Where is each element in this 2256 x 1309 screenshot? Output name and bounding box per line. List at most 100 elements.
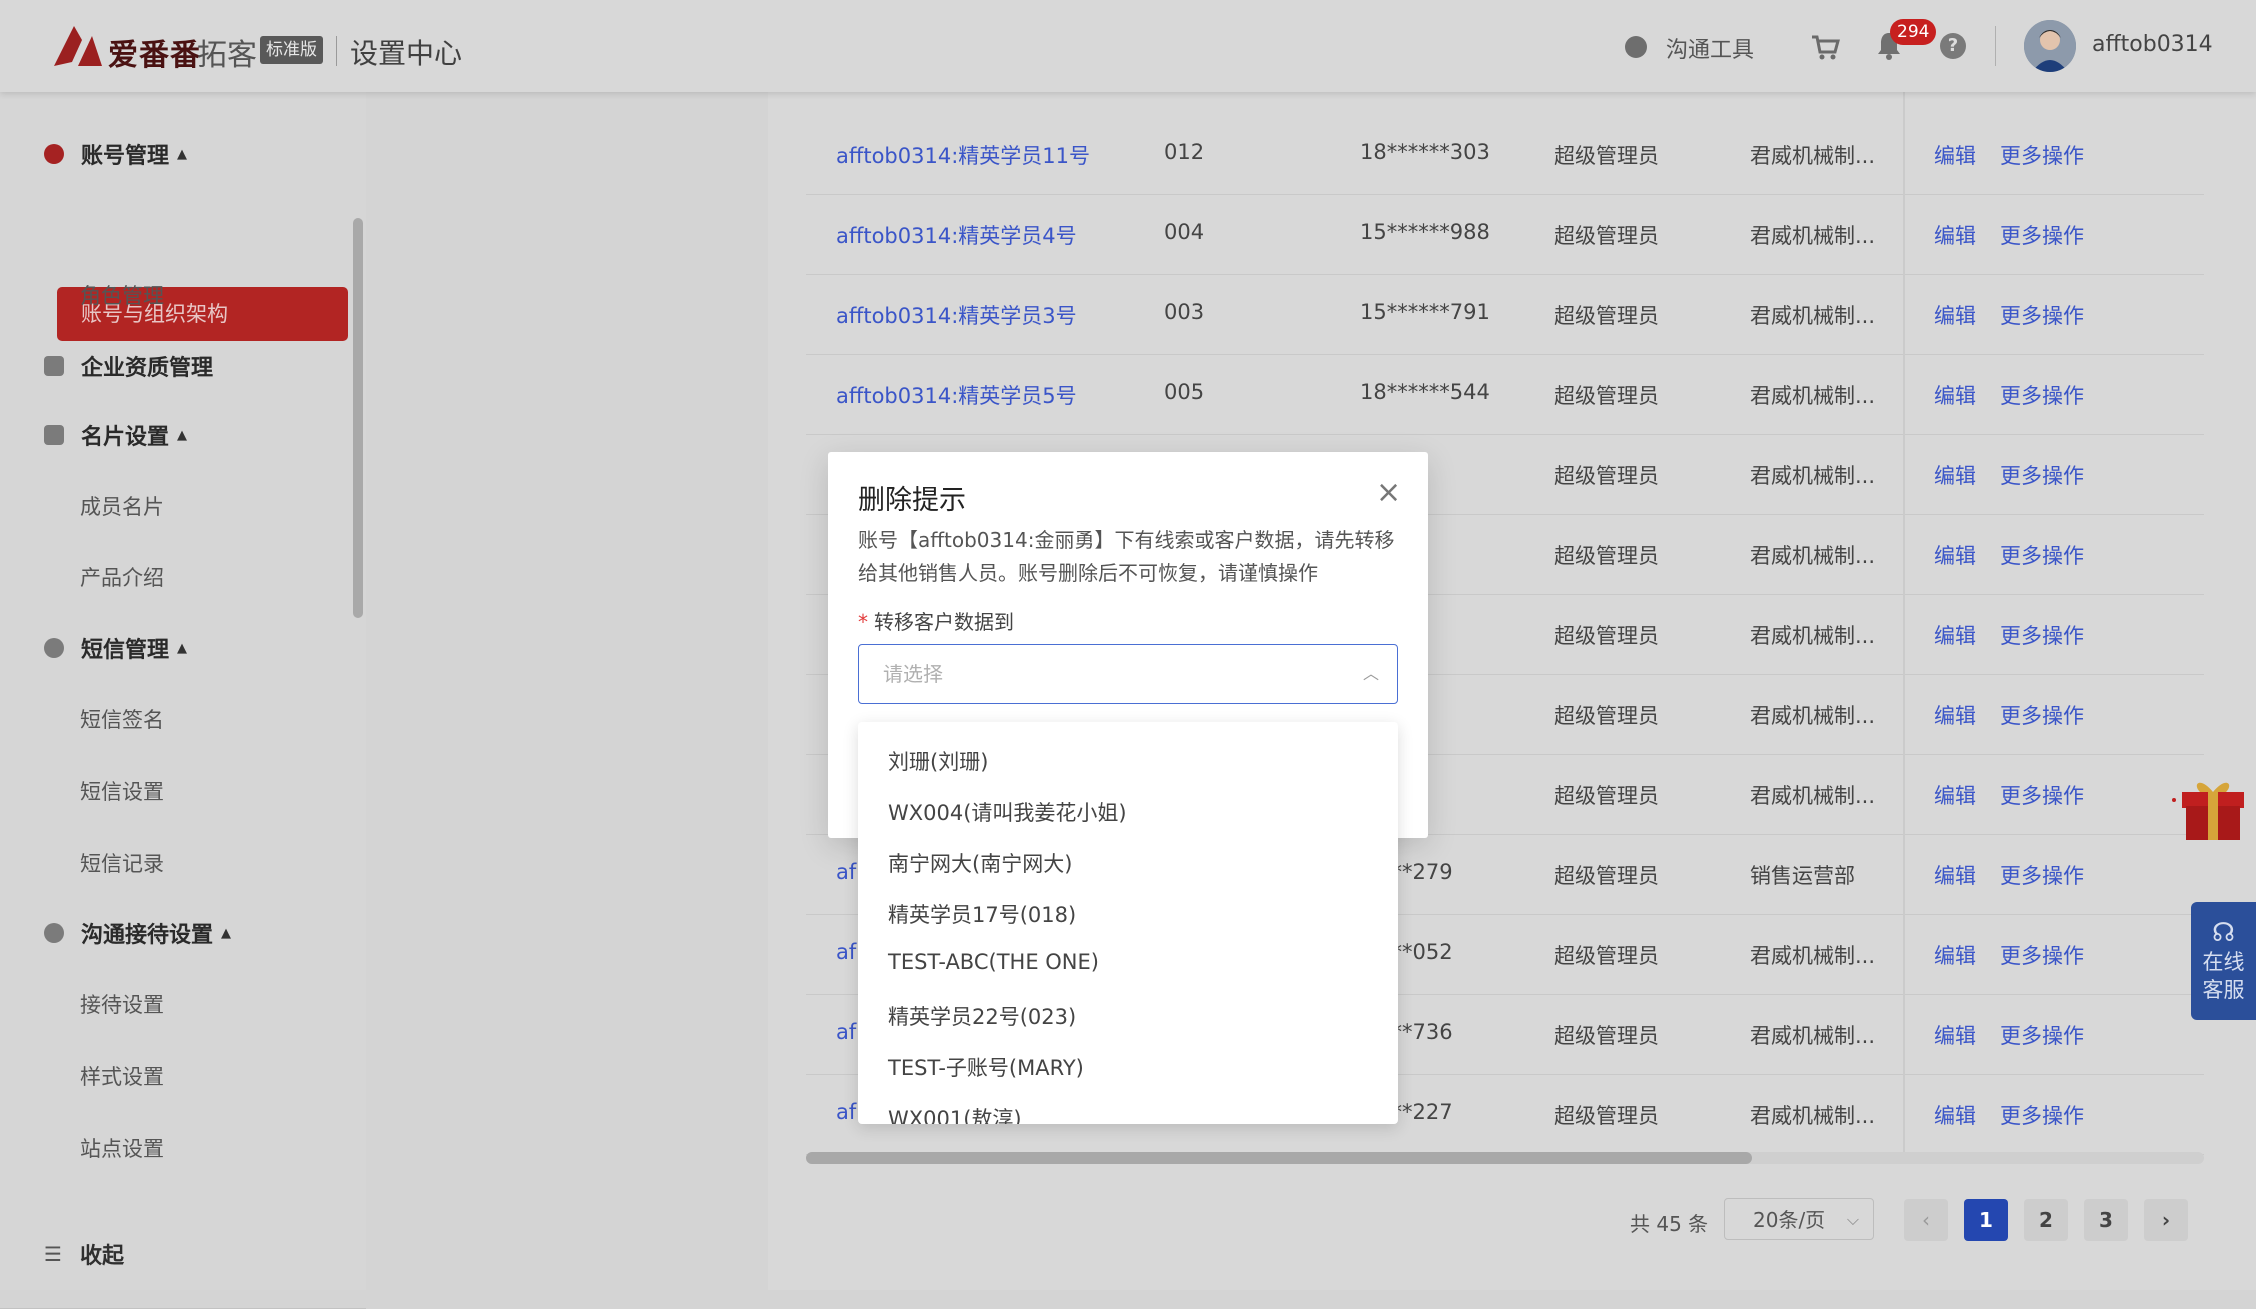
sidebar-group-card[interactable]: 名片设置 ▲	[44, 420, 187, 450]
sidebar-group-reception[interactable]: 沟通接待设置 ▲	[44, 918, 231, 948]
avatar-image	[2024, 20, 2076, 72]
chat-tool-icon[interactable]	[1625, 36, 1647, 58]
member-role: 超级管理员	[1554, 624, 1659, 648]
member-id: 003	[1164, 300, 1205, 324]
edit-link[interactable]: 编辑	[1934, 220, 1976, 250]
pagination-total: 共 45 条	[1630, 1212, 1709, 1236]
edit-link[interactable]: 编辑	[1934, 140, 1976, 170]
member-role: 超级管理员	[1554, 224, 1659, 248]
next-page-button[interactable]: ›	[2144, 1199, 2188, 1241]
more-actions-link[interactable]: 更多操作	[2000, 300, 2084, 330]
more-actions-link[interactable]: 更多操作	[2000, 1020, 2084, 1050]
member-name-link[interactable]: af	[836, 940, 856, 964]
dropdown-option[interactable]: TEST-子账号(MARY)	[888, 1052, 1084, 1082]
sidebar-group-account[interactable]: 账号管理 ▲	[44, 139, 187, 169]
sidebar-item-reception-settings[interactable]: 接待设置	[80, 989, 164, 1019]
more-actions-link[interactable]: 更多操作	[2000, 940, 2084, 970]
dropdown-option[interactable]: 精英学员22号(023)	[888, 1001, 1076, 1031]
collapse-icon: ☰	[44, 1242, 62, 1266]
sidebar-item-style-settings[interactable]: 样式设置	[80, 1061, 164, 1091]
member-name-link[interactable]: af	[836, 860, 856, 884]
edition-badge: 标准版	[260, 36, 323, 64]
page-3-button[interactable]: 3	[2084, 1199, 2128, 1241]
edit-link[interactable]: 编辑	[1934, 1020, 1976, 1050]
more-actions-link[interactable]: 更多操作	[2000, 620, 2084, 650]
edit-link[interactable]: 编辑	[1934, 300, 1976, 330]
sidebar-item-sms-sign[interactable]: 短信签名	[80, 704, 164, 734]
close-icon[interactable]: ×	[1376, 478, 1401, 508]
page-1-button[interactable]: 1	[1964, 1199, 2008, 1241]
dropdown-option[interactable]: WX004(请叫我姜花小姐)	[888, 797, 1127, 827]
top-header: 爱番番 拓客 标准版 设置中心 沟通工具 294 ? afftob0314	[0, 0, 2256, 92]
dialog-title: 删除提示	[858, 485, 966, 516]
headset-icon: ☊	[2211, 918, 2236, 948]
prev-page-button[interactable]: ‹	[1904, 1199, 1948, 1241]
more-actions-link[interactable]: 更多操作	[2000, 540, 2084, 570]
sidebar-group-sms[interactable]: 短信管理 ▲	[44, 633, 187, 663]
member-name-link[interactable]: afftob0314:精英学员5号	[836, 380, 1077, 410]
gift-icon[interactable]	[2170, 770, 2256, 842]
cart-icon[interactable]	[1810, 32, 1840, 62]
username[interactable]: afftob0314	[2092, 32, 2213, 57]
content-gutter	[366, 92, 768, 1290]
service-label: 客服	[2202, 978, 2245, 1002]
header-divider-2	[1995, 26, 1996, 66]
member-name-link[interactable]: afftob0314:精英学员11号	[836, 140, 1090, 170]
more-actions-link[interactable]: 更多操作	[2000, 140, 2084, 170]
sidebar-group-qualification[interactable]: 企业资质管理	[44, 351, 213, 381]
dropdown-option[interactable]: 刘珊(刘珊)	[888, 746, 988, 776]
member-dept: 君威机械制...	[1750, 304, 1876, 328]
dropdown-option[interactable]: WX001(敖淳)	[888, 1103, 1022, 1124]
sidebar-item-sms-settings[interactable]: 短信设置	[80, 776, 164, 806]
page-size-select[interactable]: 20条/页 ⌵	[1724, 1198, 1874, 1240]
more-actions-link[interactable]: 更多操作	[2000, 380, 2084, 410]
sidebar-item-sms-records[interactable]: 短信记录	[80, 848, 164, 878]
more-actions-link[interactable]: 更多操作	[2000, 860, 2084, 890]
more-actions-link[interactable]: 更多操作	[2000, 700, 2084, 730]
member-role: 超级管理员	[1554, 1104, 1659, 1128]
dropdown-option[interactable]: TEST-ABC(THE ONE)	[888, 950, 1099, 974]
table-horizontal-scrollbar[interactable]	[806, 1152, 1752, 1164]
transfer-target-select[interactable]: 请选择 ︿	[858, 644, 1398, 704]
avatar[interactable]	[2024, 20, 2076, 72]
sidebar-item-roles[interactable]: 角色管理	[80, 280, 164, 310]
edit-link[interactable]: 编辑	[1934, 700, 1976, 730]
member-phone: 18******303	[1360, 140, 1490, 164]
member-role: 超级管理员	[1554, 864, 1659, 888]
chat-tool-button[interactable]: 沟通工具	[1666, 32, 1754, 64]
edit-link[interactable]: 编辑	[1934, 860, 1976, 890]
help-icon[interactable]: ?	[1940, 33, 1966, 59]
edit-link[interactable]: 编辑	[1934, 540, 1976, 570]
collapse-label: 收起	[79, 1244, 124, 1269]
online-service-button[interactable]: ☊ 在线 客服	[2191, 902, 2256, 1020]
member-name-link[interactable]: afftob0314:精英学员3号	[836, 300, 1077, 330]
edit-link[interactable]: 编辑	[1934, 380, 1976, 410]
sidebar-item-site-settings[interactable]: 站点设置	[80, 1133, 164, 1163]
more-actions-link[interactable]: 更多操作	[2000, 220, 2084, 250]
member-name-link[interactable]: af	[836, 1100, 856, 1124]
more-actions-link[interactable]: 更多操作	[2000, 1100, 2084, 1130]
table-row: afftob0314:精英学员5号 005 18******544 超级管理员 君威机械…	[806, 354, 2204, 435]
sidebar-group-label: 短信管理	[81, 638, 170, 663]
member-name-link[interactable]: af	[836, 1020, 856, 1044]
dropdown-option[interactable]: 精英学员17号(018)	[888, 899, 1076, 929]
sidebar-scrollbar[interactable]	[353, 218, 363, 618]
sidebar-item-product[interactable]: 产品介绍	[80, 562, 164, 592]
member-role: 超级管理员	[1554, 144, 1659, 168]
required-mark: *	[858, 610, 868, 634]
collapse-button[interactable]: ☰ 收起	[44, 1238, 124, 1270]
page-2-button[interactable]: 2	[2024, 1199, 2068, 1241]
member-name-link[interactable]: afftob0314:精英学员4号	[836, 220, 1077, 250]
table-row: afftob0314:精英学员4号 004 15******988 超级管理员 君威机械…	[806, 194, 2204, 275]
edit-link[interactable]: 编辑	[1934, 620, 1976, 650]
member-dept: 君威机械制...	[1750, 1104, 1876, 1128]
more-actions-link[interactable]: 更多操作	[2000, 460, 2084, 490]
member-dept: 君威机械制...	[1750, 704, 1876, 728]
edit-link[interactable]: 编辑	[1934, 780, 1976, 810]
edit-link[interactable]: 编辑	[1934, 940, 1976, 970]
edit-link[interactable]: 编辑	[1934, 460, 1976, 490]
edit-link[interactable]: 编辑	[1934, 1100, 1976, 1130]
dropdown-option[interactable]: 南宁网大(南宁网大)	[888, 848, 1072, 878]
more-actions-link[interactable]: 更多操作	[2000, 780, 2084, 810]
sidebar-item-member-card[interactable]: 成员名片	[80, 491, 164, 521]
